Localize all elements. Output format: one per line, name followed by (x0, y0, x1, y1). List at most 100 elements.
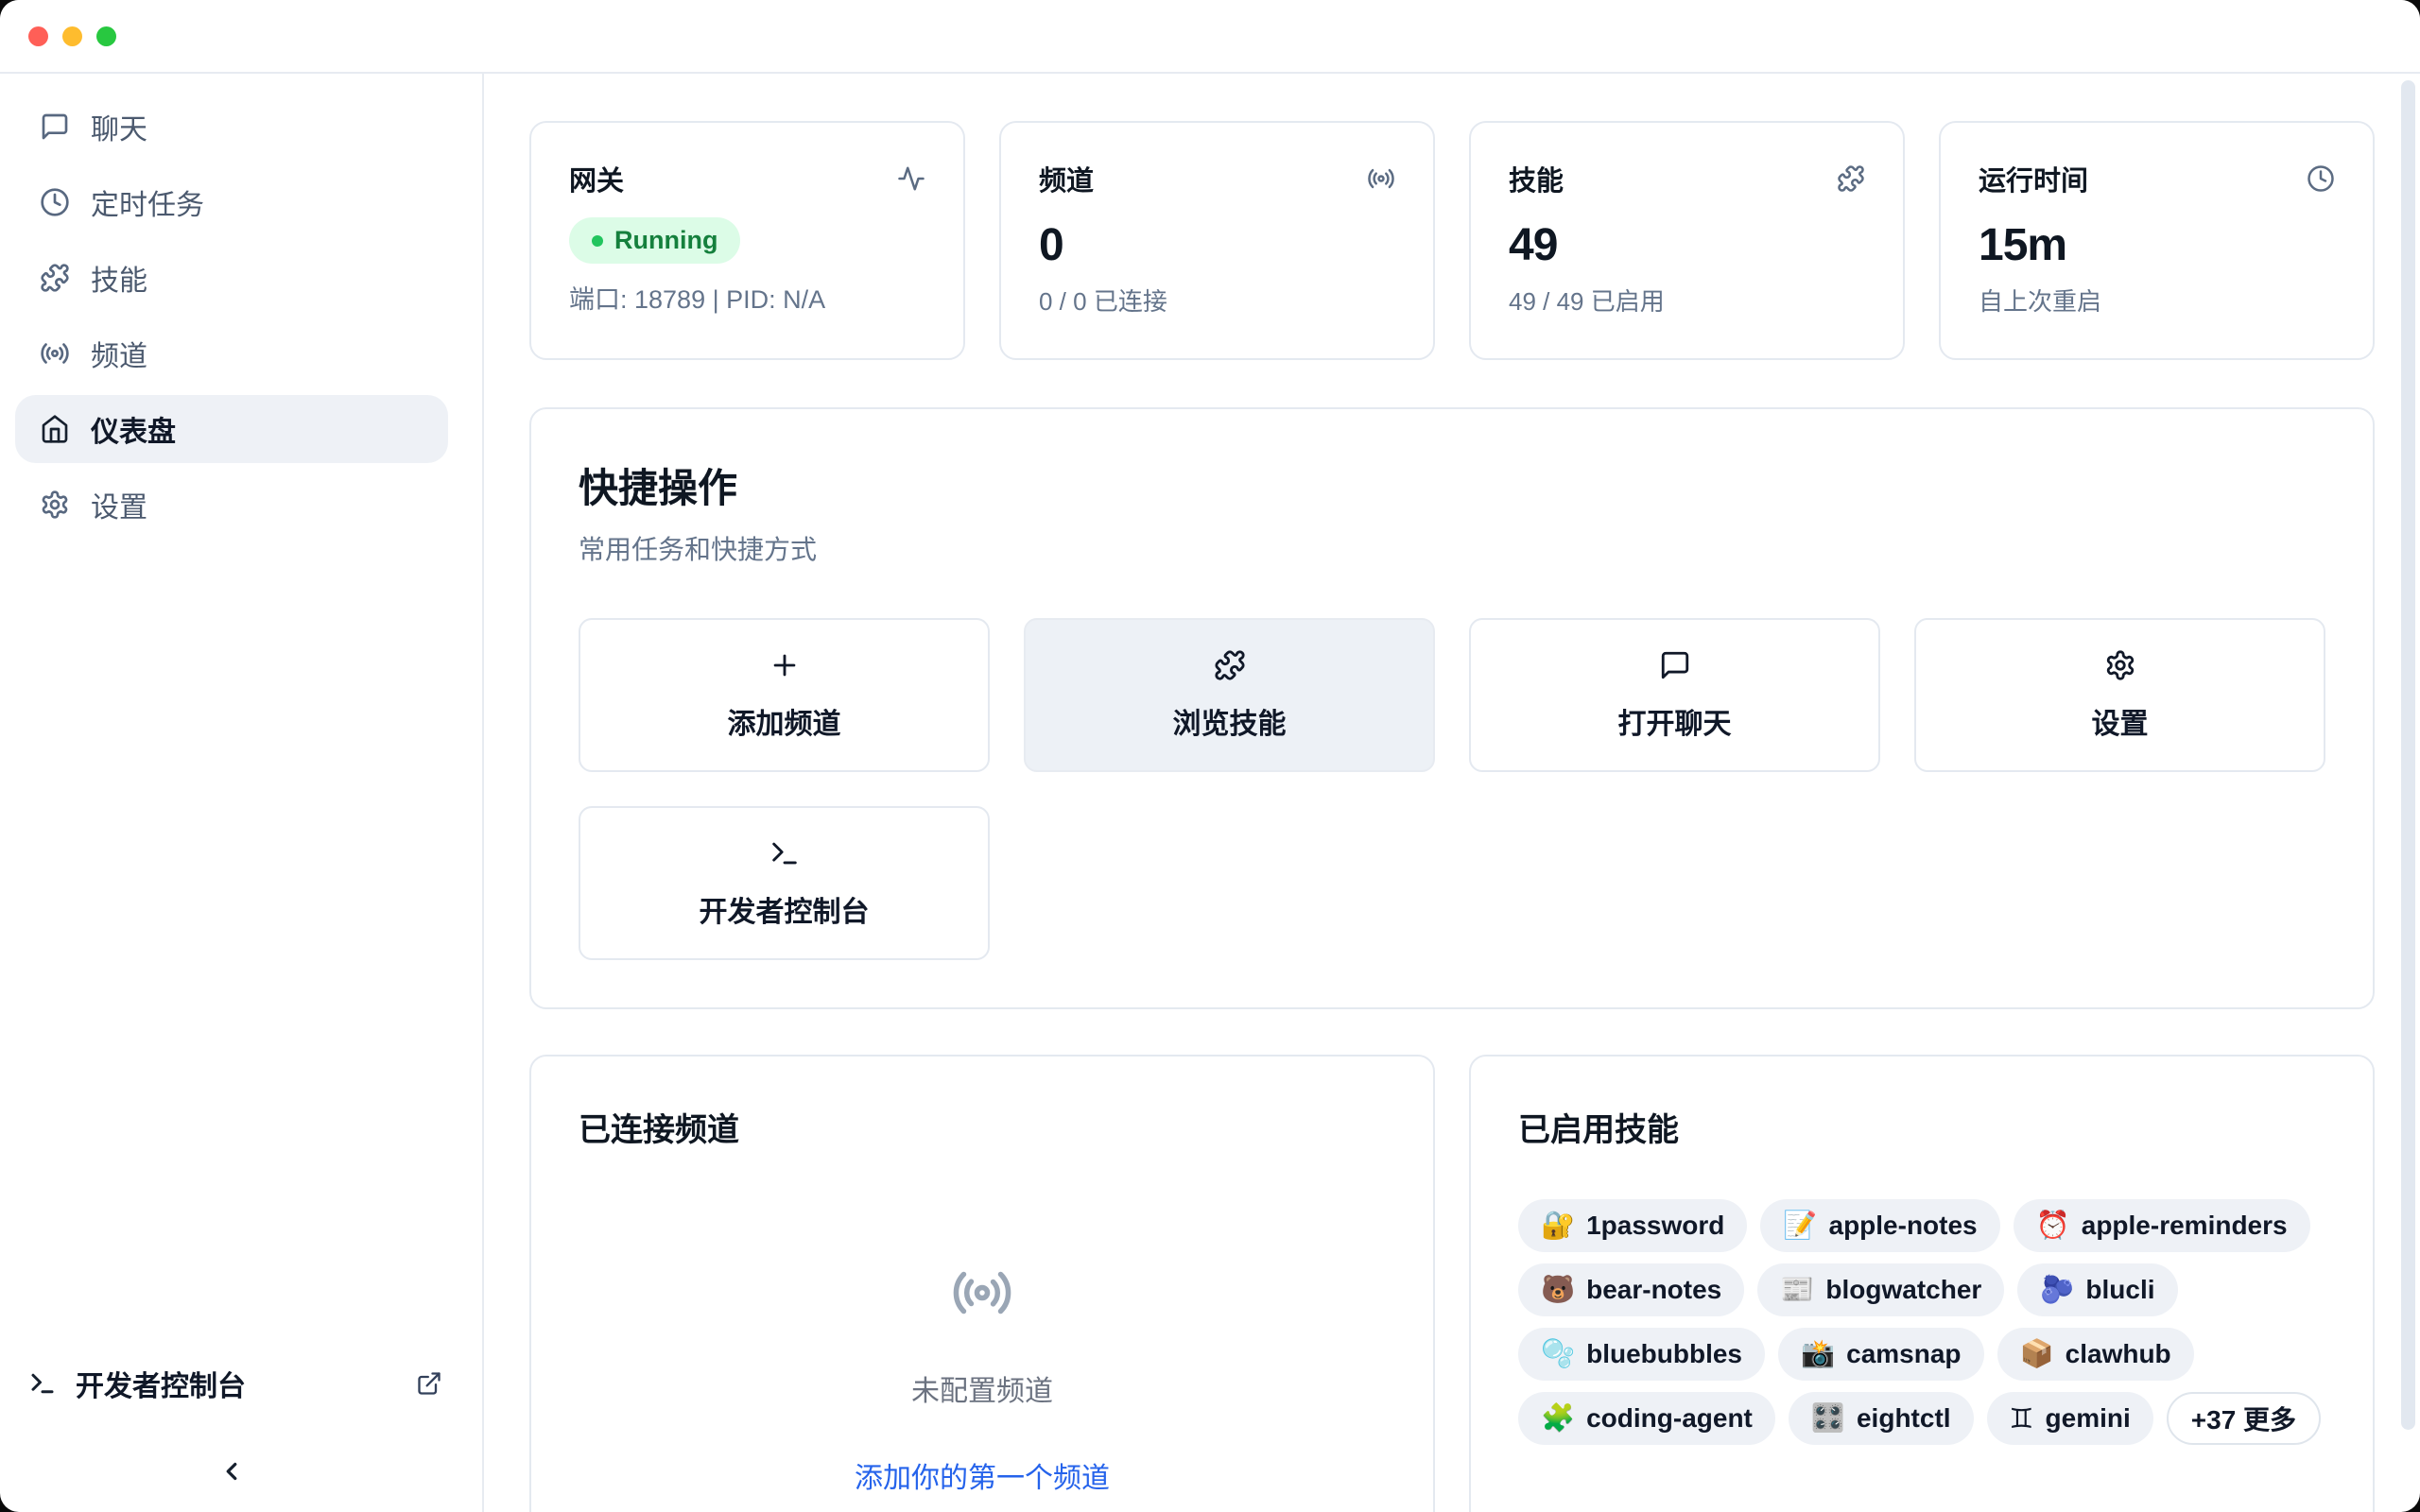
skill-chip: 🎛️eightctl (1789, 1392, 1974, 1445)
skill-chip: 🔐1password (1518, 1199, 1747, 1252)
sidebar-item-label: 频道 (91, 333, 147, 374)
chat-bubble-icon (40, 112, 70, 142)
sidebar-item-label: 聊天 (91, 106, 147, 147)
sidebar-item-chat[interactable]: 聊天 (15, 93, 448, 161)
enabled-skills-title: 已启用技能 (1518, 1104, 2325, 1150)
main-content: 网关 Running 端口: 18789 | PID: N/A 频道 0 0 /… (484, 74, 2420, 1512)
stat-card-gateway: 网关 Running 端口: 18789 | PID: N/A (529, 121, 965, 360)
sidebar-dev-console[interactable]: 开发者控制台 (15, 1363, 448, 1404)
dev-console-label: 开发者控制台 (76, 1363, 246, 1404)
skill-emoji-icon: 📦 (2020, 1338, 2054, 1370)
open-chat-button[interactable]: 打开聊天 (1469, 618, 1880, 772)
skill-emoji-icon: 🧩 (1541, 1402, 1575, 1435)
stat-title: 运行时间 (1979, 159, 2088, 198)
plus-icon (769, 649, 801, 681)
sidebar: 聊天 定时任务 技能 频道 仪表盘 设置 (0, 74, 484, 1512)
clock-icon (40, 187, 70, 217)
quick-actions-card: 快捷操作 常用任务和快捷方式 添加频道 浏览技能 打开聊天 (529, 407, 2375, 1009)
skill-chip: 📦clawhub (1997, 1328, 2194, 1381)
skill-emoji-icon: ⏰ (2036, 1210, 2070, 1242)
skill-chip: 🫧bluebubbles (1518, 1328, 1765, 1381)
sidebar-item-dashboard[interactable]: 仪表盘 (15, 395, 448, 463)
skill-emoji-icon: 📰 (1780, 1274, 1814, 1306)
skill-chip: 📝apple-notes (1760, 1199, 1999, 1252)
sidebar-item-settings[interactable]: 设置 (15, 471, 448, 539)
puzzle-icon (1214, 649, 1246, 681)
developer-console-button[interactable]: 开发者控制台 (579, 806, 990, 960)
browse-skills-button[interactable]: 浏览技能 (1024, 618, 1435, 772)
zoom-window-button[interactable] (96, 26, 116, 46)
stat-title: 技能 (1509, 159, 1564, 198)
radio-icon (40, 338, 70, 369)
skill-chip: ⏰apple-reminders (2014, 1199, 2310, 1252)
skills-chip-list: 🔐1password 📝apple-notes ⏰apple-reminders… (1518, 1199, 2325, 1445)
skill-emoji-icon: ♊ (2010, 1402, 2034, 1435)
stat-card-channels: 频道 0 0 / 0 已连接 (999, 121, 1435, 360)
empty-channels-text: 未配置频道 (911, 1367, 1053, 1409)
stat-title: 频道 (1039, 159, 1094, 198)
skill-chip: 📸camsnap (1778, 1328, 1984, 1381)
sidebar-item-label: 定时任务 (91, 181, 204, 223)
enabled-skills-panel: 已启用技能 🔐1password 📝apple-notes ⏰apple-rem… (1469, 1055, 2375, 1512)
more-skills-button[interactable]: +37 更多 (2167, 1392, 2321, 1445)
sidebar-item-label: 仪表盘 (91, 408, 176, 450)
clock-icon (2307, 164, 2335, 193)
quick-actions-subtitle: 常用任务和快捷方式 (579, 529, 2325, 567)
stat-value: 49 (1509, 219, 1865, 271)
scrollbar-thumb[interactable] (2401, 80, 2415, 1430)
chat-bubble-icon (1659, 649, 1691, 681)
skill-chip: 🐻bear-notes (1518, 1263, 1744, 1316)
stat-subtitle: 49 / 49 已启用 (1509, 283, 1865, 318)
close-window-button[interactable] (28, 26, 48, 46)
settings-button[interactable]: 设置 (1914, 618, 2325, 772)
sidebar-item-skills[interactable]: 技能 (15, 244, 448, 312)
radio-icon (951, 1262, 1013, 1324)
quick-actions-title: 快捷操作 (579, 456, 2325, 514)
puzzle-icon (40, 263, 70, 293)
stat-card-uptime: 运行时间 15m 自上次重启 (1939, 121, 2375, 360)
add-channel-button[interactable]: 添加频道 (579, 618, 990, 772)
skill-emoji-icon: 🫐 (2040, 1274, 2074, 1306)
skill-emoji-icon: 📝 (1783, 1210, 1817, 1242)
stat-subtitle: 自上次重启 (1979, 283, 2335, 318)
puzzle-icon (1837, 164, 1865, 193)
skill-chip: 🫐blucli (2017, 1263, 2177, 1316)
stat-card-skills: 技能 49 49 / 49 已启用 (1469, 121, 1905, 360)
sidebar-item-channels[interactable]: 频道 (15, 319, 448, 387)
connected-channels-panel: 已连接频道 未配置频道 添加你的第一个频道 (529, 1055, 1435, 1512)
window-controls (28, 26, 116, 46)
status-badge: Running (569, 217, 740, 264)
stat-value: 15m (1979, 219, 2335, 271)
activity-icon (897, 164, 925, 193)
gear-icon (40, 490, 70, 520)
radio-icon (1367, 164, 1395, 193)
sidebar-item-label: 技能 (91, 257, 147, 299)
add-first-channel-link[interactable]: 添加你的第一个频道 (855, 1454, 1110, 1496)
channels-empty-state: 未配置频道 添加你的第一个频道 (579, 1262, 1386, 1496)
stat-title: 网关 (569, 159, 624, 198)
connected-channels-title: 已连接频道 (579, 1104, 1386, 1150)
stat-value: 0 (1039, 219, 1395, 271)
title-bar (0, 0, 2420, 74)
home-icon (40, 414, 70, 444)
app-window: 聊天 定时任务 技能 频道 仪表盘 设置 (0, 0, 2420, 1512)
stats-row: 网关 Running 端口: 18789 | PID: N/A 频道 0 0 /… (529, 121, 2375, 360)
sidebar-item-scheduled-tasks[interactable]: 定时任务 (15, 168, 448, 236)
skill-emoji-icon: 🔐 (1541, 1210, 1575, 1242)
skill-emoji-icon: 📸 (1801, 1338, 1835, 1370)
sidebar-item-label: 设置 (91, 484, 147, 525)
skill-emoji-icon: 🎛️ (1811, 1402, 1845, 1435)
minimize-window-button[interactable] (62, 26, 82, 46)
terminal-icon (769, 837, 801, 869)
skill-chip: 🧩coding-agent (1518, 1392, 1775, 1445)
external-link-icon[interactable] (416, 1370, 442, 1397)
skill-emoji-icon: 🐻 (1541, 1274, 1575, 1306)
chevron-left-icon (217, 1457, 246, 1486)
skill-chip: 📰blogwatcher (1757, 1263, 2004, 1316)
skill-chip: ♊gemini (1987, 1392, 2153, 1445)
stat-subtitle: 0 / 0 已连接 (1039, 283, 1395, 318)
stat-subtitle: 端口: 18789 | PID: N/A (569, 279, 925, 316)
status-dot-icon (592, 235, 603, 247)
sidebar-collapse[interactable] (15, 1457, 448, 1486)
gear-icon (2104, 649, 2136, 681)
